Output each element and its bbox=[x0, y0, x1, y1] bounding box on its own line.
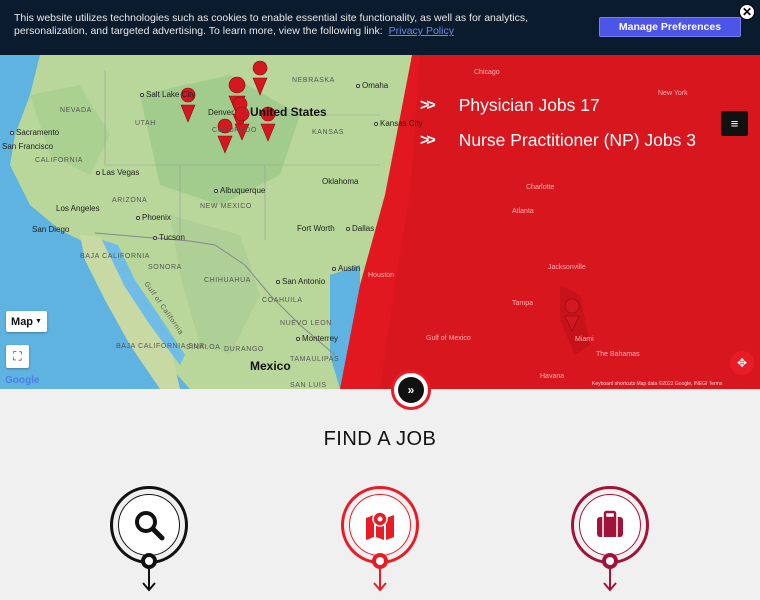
caret-down-icon: ▼ bbox=[35, 318, 42, 325]
map-type-button[interactable]: Map ▼ bbox=[6, 311, 47, 332]
map-state: DURANGO bbox=[224, 346, 264, 353]
map-water-label: Gulf of Mexico bbox=[426, 335, 471, 342]
physician-jobs-link[interactable]: >> Physician Jobs 17 bbox=[420, 95, 600, 116]
map-city: Austin bbox=[332, 264, 360, 273]
map-city: San Diego bbox=[32, 225, 70, 234]
map-attribution[interactable]: Keyboard shortcuts Map data ©2022 Google… bbox=[592, 381, 722, 387]
map-label-country: United States bbox=[250, 105, 327, 119]
cookie-banner: This website utilizes technologies such … bbox=[0, 0, 760, 55]
menu-button[interactable]: ≡ bbox=[721, 111, 748, 136]
map-state: ARIZONA bbox=[112, 197, 148, 204]
map-city: Houston bbox=[368, 272, 395, 279]
map-state: COLORADO bbox=[212, 127, 257, 134]
map-state: UTAH bbox=[135, 120, 156, 127]
map-state: NUEVO LEON bbox=[280, 320, 332, 327]
map-state: NEBRASKA bbox=[292, 77, 335, 84]
job-map[interactable]: United States Mexico Salt Lake City Sacr… bbox=[0, 55, 760, 389]
map-state: CHIHUAHUA bbox=[204, 277, 252, 284]
map-city: Charlotte bbox=[526, 184, 555, 191]
map-state: NEVADA bbox=[60, 107, 92, 114]
manage-preferences-button[interactable]: Manage Preferences bbox=[599, 17, 741, 37]
arrow-down-pin-icon bbox=[141, 553, 157, 592]
map-city: Kansas City bbox=[374, 119, 423, 128]
physician-jobs-label: Physician Jobs 17 bbox=[458, 95, 600, 115]
map-city: Phoenix bbox=[136, 213, 171, 222]
np-jobs-link[interactable]: >> Nurse Practitioner (NP) Jobs 3 bbox=[420, 130, 696, 151]
map-city: Tucson bbox=[153, 233, 185, 242]
map-state: BAJA CALIFORNIA SUR bbox=[116, 343, 205, 350]
map-city: Albuquerque bbox=[214, 186, 265, 195]
map-label-mexico: Mexico bbox=[250, 359, 291, 373]
map-city: San Francisco bbox=[2, 142, 54, 151]
map-city: Oklahoma bbox=[322, 177, 359, 186]
arrow-down-pin-icon bbox=[602, 553, 618, 592]
map-city: Las Vegas bbox=[96, 168, 139, 177]
map-state: CALIFORNIA bbox=[35, 157, 84, 164]
map-city: Fort Worth bbox=[297, 224, 335, 233]
google-logo: Google bbox=[5, 375, 40, 386]
map-city: Sacramento bbox=[10, 128, 59, 137]
map-city: Denver bbox=[208, 108, 234, 117]
double-chevron-right-icon: >> bbox=[420, 131, 436, 149]
double-chevron-down-icon: » bbox=[398, 377, 424, 403]
fullscreen-icon[interactable]: ⛶ bbox=[6, 345, 29, 368]
cookie-text: This website utilizes technologies such … bbox=[14, 12, 584, 38]
map-city: Omaha bbox=[356, 81, 388, 90]
map-city: Dallas bbox=[346, 224, 374, 233]
map-city: Jacksonville bbox=[548, 264, 586, 271]
map-state: TAMAULIPAS bbox=[290, 356, 340, 363]
map-city: Chicago bbox=[474, 69, 500, 76]
privacy-policy-link[interactable]: Privacy Policy bbox=[389, 25, 454, 37]
map-terrain bbox=[0, 55, 760, 389]
np-jobs-label: Nurse Practitioner (NP) Jobs 3 bbox=[458, 130, 696, 150]
map-state: KANSAS bbox=[312, 129, 344, 136]
map-state: BAJA CALIFORNIA bbox=[80, 253, 151, 260]
double-chevron-right-icon: >> bbox=[420, 96, 436, 114]
map-city: Tampa bbox=[512, 300, 534, 307]
scroll-down-button[interactable]: » bbox=[391, 370, 431, 410]
map-city: Havana bbox=[540, 373, 565, 380]
map-city: Salt Lake City bbox=[140, 90, 195, 99]
map-state: SAN LUIS bbox=[290, 382, 327, 389]
arrow-down-pin-icon bbox=[372, 553, 388, 592]
map-city: Los Angeles bbox=[56, 204, 100, 213]
find-a-job-title: FIND A JOB bbox=[323, 428, 437, 450]
map-icon bbox=[366, 511, 394, 540]
close-icon[interactable]: ✕ bbox=[739, 4, 755, 20]
locate-icon[interactable]: ✥ bbox=[730, 351, 754, 375]
map-type-label: Map bbox=[11, 315, 34, 328]
map-city: Monterrey bbox=[296, 334, 338, 343]
map-city: San Antonio bbox=[276, 277, 325, 286]
map-city: New York bbox=[658, 90, 688, 97]
search-icon bbox=[135, 511, 165, 541]
map-city: Atlanta bbox=[512, 208, 534, 215]
briefcase-icon bbox=[597, 510, 623, 537]
map-state: SONORA bbox=[148, 264, 182, 271]
map-water-label: The Bahamas bbox=[596, 351, 640, 358]
map-state: NEW MEXICO bbox=[200, 203, 252, 210]
map-state: COAHUILA bbox=[262, 297, 303, 304]
map-city: Miami bbox=[575, 336, 594, 343]
